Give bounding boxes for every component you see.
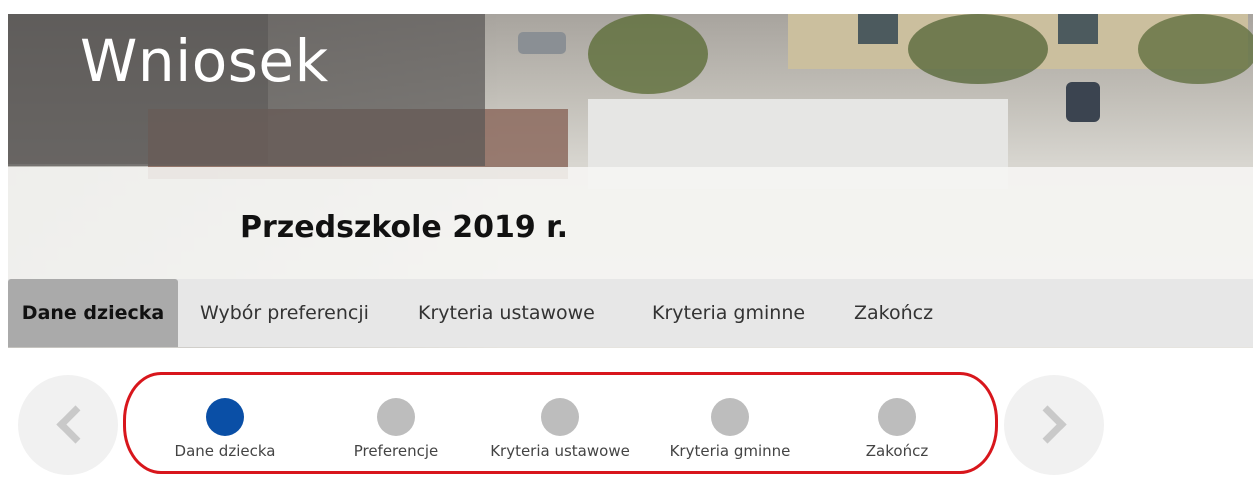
step-indicator bbox=[711, 398, 749, 436]
step-kryteria-gminne[interactable]: Kryteria gminne bbox=[660, 398, 800, 460]
step-kryteria-ustawowe[interactable]: Kryteria ustawowe bbox=[480, 398, 640, 460]
subtitle-band bbox=[8, 167, 1253, 279]
page-title: Wniosek bbox=[80, 27, 329, 95]
chevron-right-icon bbox=[1028, 405, 1067, 444]
tab-dane-dziecka[interactable]: Dane dziecka bbox=[8, 279, 178, 347]
next-step-button[interactable] bbox=[1004, 375, 1104, 475]
step-dane-dziecka[interactable]: Dane dziecka bbox=[165, 398, 285, 460]
step-preferencje[interactable]: Preferencje bbox=[336, 398, 456, 460]
tab-kryteria-ustawowe[interactable]: Kryteria ustawowe bbox=[418, 279, 595, 347]
step-indicator bbox=[878, 398, 916, 436]
tab-zakoncz[interactable]: Zakończ bbox=[854, 279, 933, 347]
tab-kryteria-gminne[interactable]: Kryteria gminne bbox=[652, 279, 805, 347]
step-indicator bbox=[541, 398, 579, 436]
page-subtitle: Przedszkole 2019 r. bbox=[240, 210, 569, 245]
step-indicator bbox=[206, 398, 244, 436]
prev-step-button[interactable] bbox=[18, 375, 118, 475]
tab-bar: Dane dziecka Wybór preferencji Kryteria … bbox=[8, 279, 1253, 347]
step-label: Preferencje bbox=[353, 442, 439, 460]
chevron-left-icon bbox=[56, 405, 95, 444]
step-label: Kryteria ustawowe bbox=[490, 442, 630, 460]
step-label: Dane dziecka bbox=[174, 442, 276, 460]
step-label: Kryteria gminne bbox=[669, 442, 791, 460]
tab-wybor-preferencji[interactable]: Wybór preferencji bbox=[200, 279, 369, 347]
step-label: Zakończ bbox=[865, 442, 929, 460]
step-indicator bbox=[377, 398, 415, 436]
step-zakoncz[interactable]: Zakończ bbox=[847, 398, 947, 460]
